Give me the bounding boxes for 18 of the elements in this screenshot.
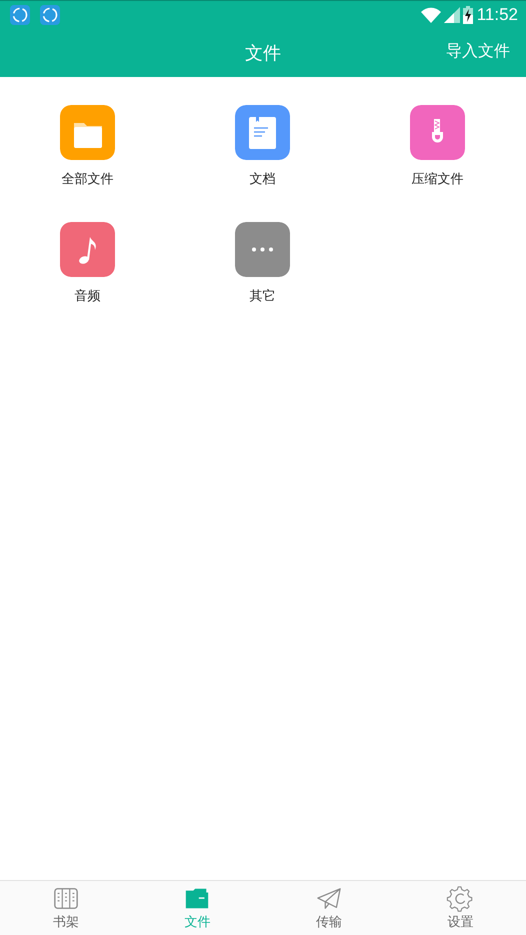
nav-tab[interactable]: 书架 bbox=[0, 881, 132, 935]
app-notification-icon bbox=[10, 4, 30, 24]
battery-charging-icon bbox=[462, 6, 473, 24]
category-item[interactable]: 文档 bbox=[175, 105, 350, 188]
nav-tab[interactable]: 设置 bbox=[394, 881, 526, 935]
page-title: 文件 bbox=[245, 42, 281, 64]
category-item[interactable]: 全部文件 bbox=[0, 105, 175, 188]
wifi-icon bbox=[420, 6, 441, 22]
category-item[interactable]: 其它 bbox=[175, 222, 350, 305]
app-notification-icon bbox=[40, 4, 60, 24]
signal-icon bbox=[444, 6, 460, 22]
category-item[interactable]: 音频 bbox=[0, 222, 175, 305]
bookshelf-icon bbox=[52, 886, 80, 912]
clock: 11:52 bbox=[476, 4, 518, 24]
paper-plane-icon bbox=[314, 886, 343, 912]
settings-icon bbox=[446, 886, 474, 912]
nav-tab[interactable]: 传输 bbox=[263, 881, 394, 935]
category-item[interactable]: 压缩文件 bbox=[350, 105, 525, 188]
